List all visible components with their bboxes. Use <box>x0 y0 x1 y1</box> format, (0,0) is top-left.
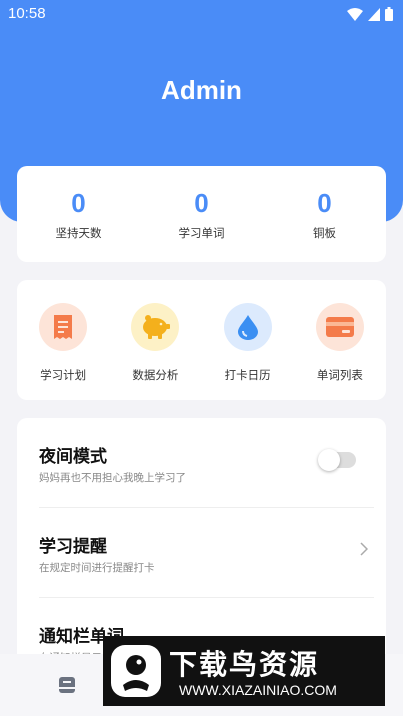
card-icon <box>315 303 364 351</box>
page-title: Admin <box>161 75 242 105</box>
book-icon[interactable] <box>58 676 76 694</box>
setting-night-mode-subtitle: 妈妈再也不用担心我晚上学习了 <box>39 472 186 484</box>
stat-words-value: 0 <box>194 188 209 218</box>
stat-coins-value: 0 <box>317 188 332 218</box>
receipt-icon <box>39 303 88 351</box>
signal-icon <box>368 7 380 21</box>
watermark-logo: 下载鸟资源 WWW.XIAZAINIAO.COM <box>103 636 385 706</box>
setting-night-mode-title: 夜间模式 <box>39 447 107 467</box>
tool-word-list-label: 单词列表 <box>316 368 363 382</box>
wifi-icon <box>347 7 363 21</box>
setting-study-reminder-title: 学习提醒 <box>39 537 107 557</box>
stat-coins-label: 铜板 <box>313 226 336 240</box>
piggy-bank-icon <box>131 303 180 351</box>
setting-night-mode: 夜间模式 妈妈再也不用担心我晚上学习了 <box>17 418 386 508</box>
stat-days-value: 0 <box>71 188 86 218</box>
tool-data-analysis-label: 数据分析 <box>132 368 179 382</box>
tool-checkin-calendar[interactable]: 打卡日历 <box>202 280 294 400</box>
tool-checkin-calendar-label: 打卡日历 <box>224 368 271 382</box>
tool-word-list[interactable]: 单词列表 <box>294 280 386 400</box>
water-drop-icon <box>223 303 272 351</box>
status-time: 10:58 <box>8 5 46 22</box>
tool-data-analysis[interactable]: 数据分析 <box>109 280 201 400</box>
tools-card: 学习计划 数据分析 打卡日历 单词列表 <box>17 280 386 400</box>
stats-card: 0 坚持天数 0 学习单词 0 铜板 <box>17 166 386 262</box>
setting-study-reminder-subtitle: 在规定时间进行提醒打卡 <box>39 562 155 574</box>
tool-study-plan[interactable]: 学习计划 <box>17 280 109 400</box>
battery-icon <box>385 7 393 21</box>
bird-logo-icon <box>111 645 161 697</box>
toggle-knob <box>318 449 340 471</box>
status-icons <box>347 7 393 21</box>
stat-days: 0 坚持天数 <box>17 166 140 262</box>
setting-study-reminder[interactable]: 学习提醒 在规定时间进行提醒打卡 <box>17 508 386 598</box>
night-mode-toggle[interactable] <box>318 449 356 471</box>
chevron-right-icon <box>360 542 368 556</box>
stat-words: 0 学习单词 <box>140 166 263 262</box>
tool-study-plan-label: 学习计划 <box>40 368 87 382</box>
stat-words-label: 学习单词 <box>178 226 225 240</box>
stat-days-label: 坚持天数 <box>55 226 102 240</box>
watermark-url: WWW.XIAZAINIAO.COM <box>179 682 337 698</box>
watermark-title: 下载鸟资源 <box>169 648 320 681</box>
stat-coins: 0 铜板 <box>263 166 386 262</box>
status-bar: 10:58 <box>0 0 403 28</box>
